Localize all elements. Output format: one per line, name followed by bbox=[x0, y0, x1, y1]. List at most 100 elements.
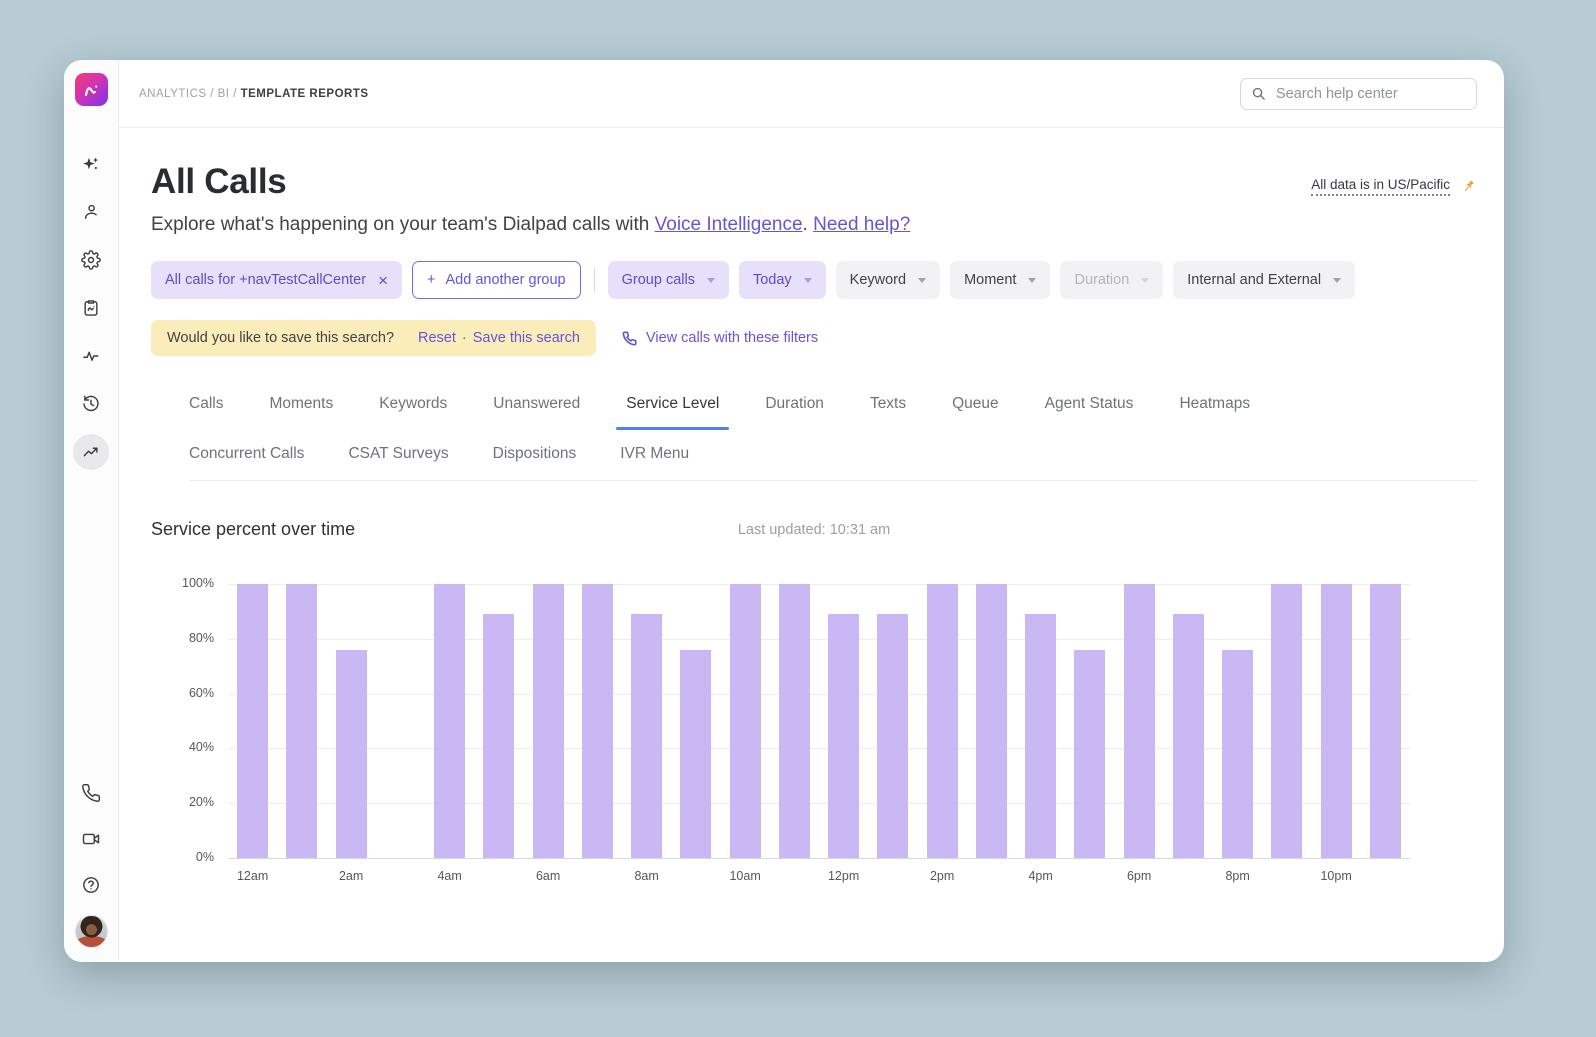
filter-bar: All calls for +navTestCallCenter × + Add… bbox=[151, 261, 1477, 299]
need-help-link[interactable]: Need help? bbox=[813, 214, 910, 235]
sidebar-help-icon[interactable] bbox=[73, 867, 109, 903]
bar-8am[interactable] bbox=[631, 614, 662, 858]
tab-csat-surveys[interactable]: CSAT Surveys bbox=[348, 445, 448, 463]
subtitle-text: Explore what's happening on your team's … bbox=[151, 214, 655, 235]
sidebar-video-camera-icon[interactable] bbox=[73, 821, 109, 857]
bar-4am[interactable] bbox=[434, 584, 465, 858]
filter-dropdown-internal-and-external[interactable]: Internal and External bbox=[1173, 261, 1355, 299]
page-content: All Calls All data is in US/Pacific E bbox=[119, 128, 1504, 962]
tab-moments[interactable]: Moments bbox=[269, 395, 333, 430]
sidebar-playbooks-icon[interactable] bbox=[73, 290, 109, 326]
report-tabs: Calls Moments Keywords Unanswered Service Le… bbox=[151, 395, 1477, 481]
chevron-down-icon bbox=[804, 278, 812, 283]
filter-dropdown-today[interactable]: Today bbox=[739, 261, 826, 299]
filter-dropdown-moment[interactable]: Moment bbox=[950, 261, 1050, 299]
dropdown-label: Moment bbox=[964, 272, 1016, 288]
bar-1am[interactable] bbox=[286, 584, 317, 858]
bar-10pm[interactable] bbox=[1321, 584, 1352, 858]
bar-5pm[interactable] bbox=[1074, 650, 1105, 858]
sidebar-analytics-trend-icon[interactable] bbox=[73, 434, 109, 470]
tab-concurrent-calls[interactable]: Concurrent Calls bbox=[189, 445, 304, 463]
bar-6pm[interactable] bbox=[1124, 584, 1155, 858]
bar-9am[interactable] bbox=[680, 650, 711, 858]
dialpad-ai-logo[interactable] bbox=[75, 73, 108, 106]
view-calls-link[interactable]: View calls with these filters bbox=[622, 330, 818, 346]
tab-queue[interactable]: Queue bbox=[952, 395, 999, 430]
chevron-down-icon bbox=[707, 278, 715, 283]
user-avatar[interactable] bbox=[75, 915, 108, 948]
add-another-group-button[interactable]: + Add another group bbox=[412, 261, 581, 299]
tab-dispositions[interactable]: Dispositions bbox=[493, 445, 577, 463]
tab-unanswered[interactable]: Unanswered bbox=[493, 395, 580, 430]
sidebar-phone-icon[interactable] bbox=[73, 775, 109, 811]
page-subtitle: Explore what's happening on your team's … bbox=[151, 214, 1477, 236]
filter-dropdown-keyword[interactable]: Keyword bbox=[836, 261, 940, 299]
help-search-box[interactable] bbox=[1240, 78, 1477, 110]
tab-texts[interactable]: Texts bbox=[870, 395, 906, 430]
subtitle-separator: . bbox=[803, 214, 814, 235]
tab-agent-status[interactable]: Agent Status bbox=[1045, 395, 1134, 430]
bar-6am[interactable] bbox=[533, 584, 564, 858]
tab-heatmaps[interactable]: Heatmaps bbox=[1179, 395, 1250, 430]
sidebar bbox=[64, 60, 119, 962]
chevron-down-icon bbox=[1333, 278, 1341, 283]
bar-8pm[interactable] bbox=[1222, 650, 1253, 858]
reset-link[interactable]: Reset bbox=[418, 330, 456, 346]
tab-duration[interactable]: Duration bbox=[765, 395, 824, 430]
breadcrumb-path[interactable]: ANALYTICS / BI / bbox=[139, 88, 237, 100]
group-chip-label: All calls for +navTestCallCenter bbox=[165, 272, 366, 288]
x-axis-label-8am: 8am bbox=[617, 869, 677, 883]
ai-wave-icon bbox=[80, 79, 102, 101]
x-axis-label-2pm: 2pm bbox=[912, 869, 972, 883]
search-input[interactable] bbox=[1274, 85, 1466, 103]
bar-2pm[interactable] bbox=[927, 584, 958, 858]
bar-9pm[interactable] bbox=[1271, 584, 1302, 858]
sidebar-settings-gear-icon[interactable] bbox=[73, 242, 109, 278]
tab-ivr-menu[interactable]: IVR Menu bbox=[620, 445, 689, 463]
filter-dropdown-group-calls[interactable]: Group calls bbox=[608, 261, 729, 299]
main-area: ANALYTICS / BI / TEMPLATE REPORTS All Ca… bbox=[119, 60, 1504, 962]
dropdown-label: Today bbox=[753, 272, 792, 288]
bar-7pm[interactable] bbox=[1173, 614, 1204, 858]
bar-10am[interactable] bbox=[730, 584, 761, 858]
bar-12am[interactable] bbox=[237, 584, 268, 858]
bar-11pm[interactable] bbox=[1370, 584, 1401, 858]
x-axis-label-4am: 4am bbox=[420, 869, 480, 883]
save-this-search-link[interactable]: Save this search bbox=[473, 330, 580, 346]
app-window: ANALYTICS / BI / TEMPLATE REPORTS All Ca… bbox=[64, 60, 1504, 962]
x-axis-label-6am: 6am bbox=[518, 869, 578, 883]
last-updated-text: Last updated: 10:31 am bbox=[738, 522, 890, 538]
bar-1pm[interactable] bbox=[877, 614, 908, 858]
timezone-note[interactable]: All data is in US/Pacific bbox=[1311, 177, 1450, 196]
pushpin-icon[interactable] bbox=[1460, 178, 1477, 195]
x-axis-label-10am: 10am bbox=[715, 869, 775, 883]
save-search-question: Would you like to save this search? bbox=[167, 330, 394, 346]
remove-filter-icon[interactable]: × bbox=[378, 272, 388, 289]
sidebar-contacts-icon[interactable] bbox=[73, 194, 109, 230]
filter-dropdowns: Group calls Today Keyword Moment Duration Int… bbox=[608, 261, 1355, 299]
x-axis-label-2am: 2am bbox=[321, 869, 381, 883]
tab-keywords[interactable]: Keywords bbox=[379, 395, 447, 430]
voice-intelligence-link[interactable]: Voice Intelligence bbox=[655, 214, 803, 235]
bar-7am[interactable] bbox=[582, 584, 613, 858]
y-axis-label: 100% bbox=[151, 576, 214, 590]
active-group-filter-chip[interactable]: All calls for +navTestCallCenter × bbox=[151, 261, 402, 299]
breadcrumb-current: TEMPLATE REPORTS bbox=[241, 88, 369, 100]
sidebar-top-icons bbox=[73, 146, 109, 470]
bar-11am[interactable] bbox=[779, 584, 810, 858]
view-calls-label: View calls with these filters bbox=[646, 330, 818, 346]
filter-dropdown-duration[interactable]: Duration bbox=[1060, 261, 1163, 299]
tab-service-level[interactable]: Service Level bbox=[626, 395, 719, 430]
gridline-0 bbox=[228, 858, 1410, 859]
sidebar-history-icon[interactable] bbox=[73, 386, 109, 422]
bar-4pm[interactable] bbox=[1025, 614, 1056, 858]
bar-12pm[interactable] bbox=[828, 614, 859, 858]
bar-3pm[interactable] bbox=[976, 584, 1007, 858]
tab-calls[interactable]: Calls bbox=[189, 395, 223, 430]
x-axis-label-8pm: 8pm bbox=[1208, 869, 1268, 883]
sidebar-sparkles-icon[interactable] bbox=[73, 146, 109, 182]
sidebar-activity-pulse-icon[interactable] bbox=[73, 338, 109, 374]
chart-title: Service percent over time bbox=[151, 519, 355, 540]
bar-2am[interactable] bbox=[336, 650, 367, 858]
bar-5am[interactable] bbox=[483, 614, 514, 858]
